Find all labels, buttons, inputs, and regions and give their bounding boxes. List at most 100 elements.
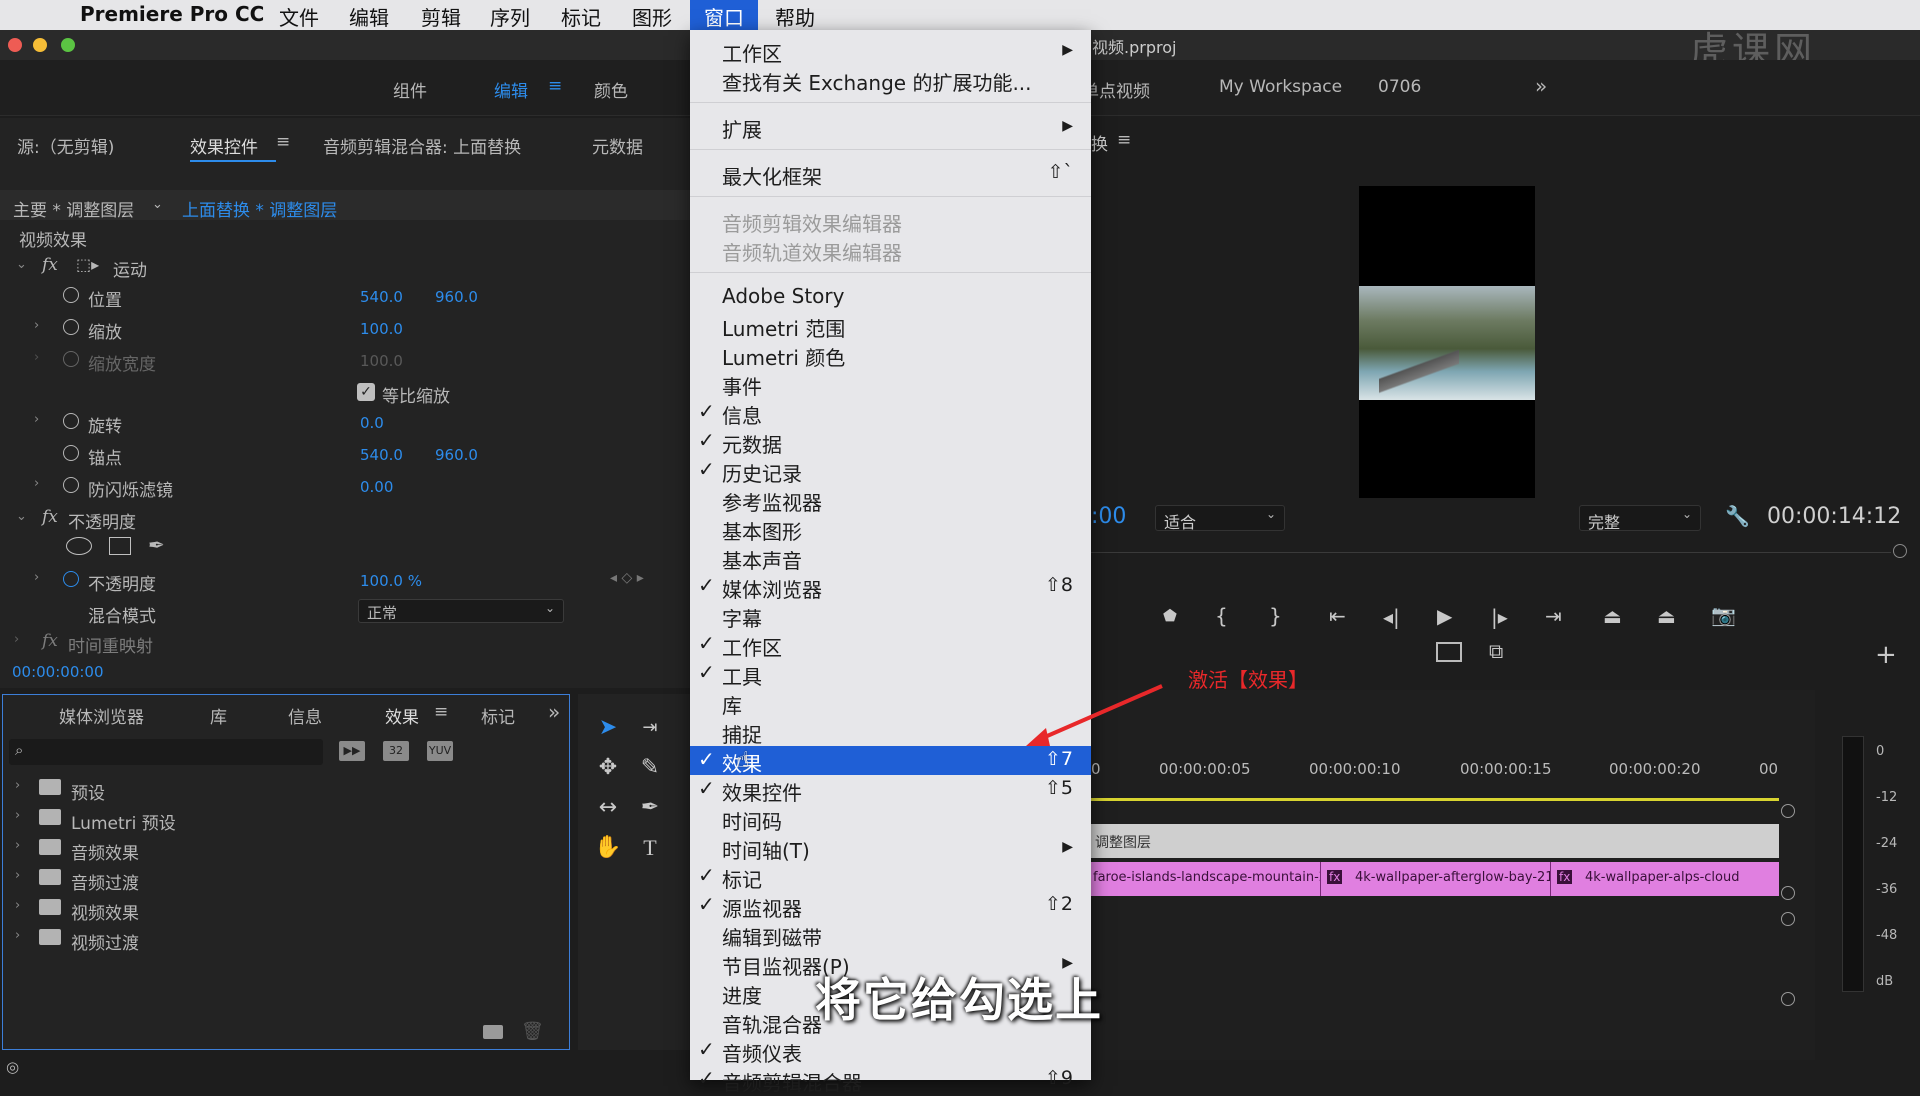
track-scroll-handle[interactable] (1781, 804, 1795, 818)
close-window-button[interactable] (8, 38, 22, 52)
type-tool-icon[interactable]: T (634, 832, 666, 864)
safe-margins-icon[interactable] (1436, 642, 1462, 662)
chevron-right-icon[interactable]: › (34, 476, 39, 491)
uniform-scale-checkbox[interactable]: ✓ (357, 383, 375, 401)
menu-window[interactable]: 窗口 (690, 0, 758, 30)
folder-item[interactable]: › 音频过渡 (3, 865, 563, 895)
quality-select[interactable]: 完整 ⌄ (1579, 505, 1701, 532)
tab-effect-controls[interactable]: 效果控件 (190, 133, 258, 158)
opacity-value[interactable]: 100.0 % (360, 572, 422, 590)
tab-metadata[interactable]: 元数据 (592, 133, 643, 158)
track-scroll-handle[interactable] (1781, 886, 1795, 900)
go-to-in-icon[interactable]: ⇤ (1329, 604, 1346, 628)
extract-icon[interactable]: ⏏ (1657, 604, 1676, 628)
menu-item-reference-monitor[interactable]: 参考监视器 (690, 485, 1091, 515)
work-area-bar[interactable] (1091, 798, 1779, 801)
position-y[interactable]: 960.0 (435, 288, 478, 306)
app-name[interactable]: Premiere Pro CC (80, 2, 264, 26)
stopwatch-icon[interactable] (63, 445, 79, 461)
workspace-tab-0706[interactable]: 0706 (1378, 77, 1421, 97)
menu-item-timeline[interactable]: 时间轴(T) ▶ (690, 833, 1091, 863)
compare-view-icon[interactable]: ⧉ (1489, 639, 1503, 663)
selection-tool-icon[interactable]: ➤ (592, 712, 624, 744)
more-workspaces-icon[interactable]: » (1535, 74, 1547, 98)
workspace-tab-single[interactable]: 单点视频 (1082, 77, 1150, 102)
transform-icon[interactable]: ⬚▸ (76, 255, 99, 274)
flicker-value[interactable]: 0.00 (360, 478, 393, 496)
chevron-down-icon[interactable]: ⌄ (16, 257, 27, 272)
chevron-down-icon[interactable]: ⌄ (16, 509, 27, 524)
accelerated-effects-icon[interactable]: ▶▶ (339, 741, 365, 761)
rotation-value[interactable]: 0.0 (360, 414, 384, 432)
razor-tool-icon[interactable]: ✎ (634, 752, 666, 784)
workspace-tab-assembly[interactable]: 组件 (393, 77, 427, 102)
folder-item[interactable]: › Lumetri 预设 (3, 805, 563, 835)
program-tab-fragment[interactable]: 换 (1091, 130, 1108, 155)
program-scrubber[interactable] (1091, 552, 1891, 553)
tab-source[interactable]: 源:（无剪辑) (17, 133, 114, 158)
mark-in-icon[interactable]: { (1215, 604, 1228, 628)
menu-item-info[interactable]: ✓ 信息 (690, 398, 1091, 428)
motion-row[interactable]: ⌄ fx ⬚▸ 运动 (0, 252, 685, 281)
stopwatch-icon[interactable] (63, 287, 79, 303)
track-scroll-handle[interactable] (1781, 912, 1795, 926)
menu-item-effect-controls[interactable]: ✓ 效果控件 ⇧5 (690, 775, 1091, 805)
menu-item-metadata[interactable]: ✓ 元数据 (690, 427, 1091, 457)
menu-item-essential-graphics[interactable]: 基本图形 (690, 514, 1091, 544)
play-icon[interactable]: ▶ (1437, 604, 1452, 628)
menu-item-source-monitor[interactable]: ✓ 源监视器 ⇧2 (690, 891, 1091, 921)
menu-item-adobe-story[interactable]: Adobe Story (690, 282, 1091, 311)
menu-item-lumetri-color[interactable]: Lumetri 颜色 (690, 340, 1091, 370)
chevron-right-icon[interactable]: › (15, 778, 20, 793)
menu-item-maximize-frame[interactable]: 最大化框架 ⇧` (690, 159, 1091, 189)
chevron-right-icon[interactable]: › (34, 318, 39, 333)
panel-menu-icon[interactable]: ≡ (434, 702, 448, 722)
panel-menu-icon[interactable]: ≡ (276, 132, 290, 152)
fit-select[interactable]: 适合 ⌄ (1155, 505, 1285, 532)
chevron-right-icon[interactable]: › (15, 898, 20, 913)
add-button-icon[interactable]: + (1875, 640, 1897, 670)
opacity-group-row[interactable]: ⌄ fx 不透明度 (0, 504, 685, 533)
scale-value[interactable]: 100.0 (360, 320, 403, 338)
tab-markers[interactable]: 标记 (481, 703, 515, 728)
panel-menu-icon[interactable]: ≡ (1117, 130, 1131, 150)
anchor-x[interactable]: 540.0 (360, 446, 403, 464)
chevron-down-icon[interactable]: ⌄ (152, 197, 163, 212)
ripple-edit-tool-icon[interactable]: ✥ (592, 752, 624, 784)
blend-mode-select[interactable]: 正常 ⌄ (358, 599, 564, 623)
tab-libraries[interactable]: 库 (210, 703, 227, 728)
stopwatch-icon[interactable] (63, 319, 79, 335)
menu-item-timecode[interactable]: 时间码 (690, 804, 1091, 834)
menu-item-workspaces-panel[interactable]: ✓ 工作区 (690, 630, 1091, 660)
pen-mask-icon[interactable]: ✒ (148, 533, 165, 557)
chevron-right-icon[interactable]: › (34, 570, 39, 585)
menu-item-essential-sound[interactable]: 基本声音 (690, 543, 1091, 573)
track-select-tool-icon[interactable]: ⇥ (634, 712, 666, 744)
chevron-right-icon[interactable]: › (34, 412, 39, 427)
go-to-out-icon[interactable]: ⇥ (1545, 604, 1562, 628)
menu-item-extensions[interactable]: 扩展 ▶ (690, 112, 1091, 142)
adjustment-layer-clip[interactable]: 调整图层 (1091, 824, 1779, 858)
stopwatch-icon[interactable] (63, 571, 79, 587)
menu-item-edit-to-tape[interactable]: 编辑到磁带 (690, 920, 1091, 950)
menu-item-workspace[interactable]: 工作区 ▶ (690, 36, 1091, 66)
pen-tool-icon[interactable]: ✒ (634, 792, 666, 824)
wrench-icon[interactable]: 🔧 (1725, 504, 1750, 528)
lift-icon[interactable]: ⏏ (1603, 604, 1622, 628)
workspace-menu-icon[interactable]: ≡ (548, 76, 562, 96)
chevron-right-icon[interactable]: › (15, 838, 20, 853)
ellipse-mask-icon[interactable] (66, 537, 92, 555)
menu-item-media-browser[interactable]: ✓ 媒体浏览器 ⇧8 (690, 572, 1091, 602)
tab-effects[interactable]: 效果 (385, 703, 419, 728)
folder-item[interactable]: › 音频效果 (3, 835, 563, 865)
workspace-tab-color[interactable]: 颜色 (594, 77, 628, 102)
video-clip[interactable]: fx 4k-wallpaper-afterglow-bay-2144922 (1321, 862, 1551, 896)
mark-out-icon[interactable]: } (1269, 604, 1282, 628)
master-clip-label[interactable]: 主要 * 调整图层 (13, 196, 134, 221)
workspace-tab-editing[interactable]: 编辑 (494, 77, 528, 102)
menu-graphics[interactable]: 图形 (632, 2, 672, 31)
clip-label[interactable]: 上面替换 * 调整图层 (182, 196, 337, 221)
position-x[interactable]: 540.0 (360, 288, 403, 306)
menu-sequence[interactable]: 序列 (490, 2, 530, 31)
video-clip[interactable]: fx 4k-wallpaper-alps-cloud (1551, 862, 1779, 896)
